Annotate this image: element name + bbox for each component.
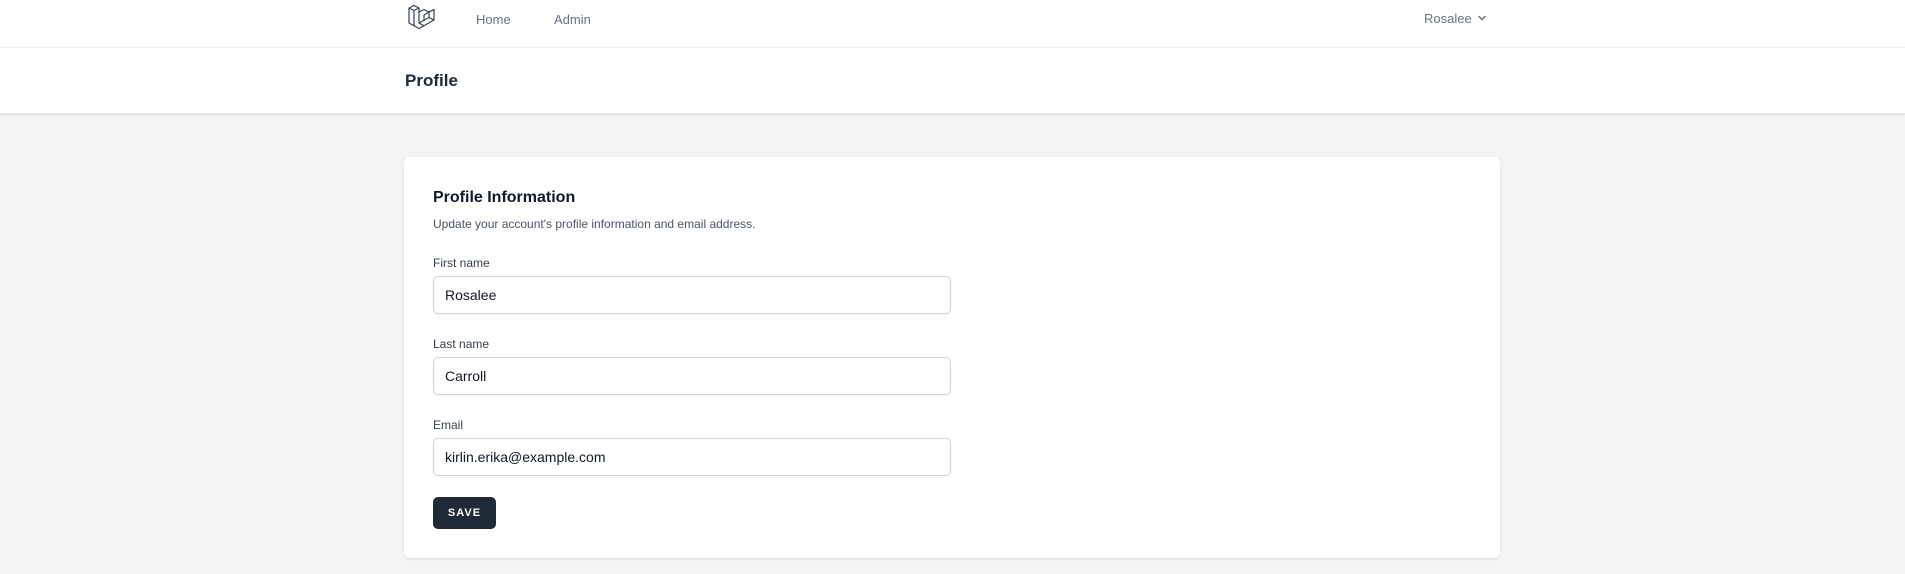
top-navigation: Home Admin Rosalee (0, 0, 1905, 48)
email-field[interactable] (433, 438, 951, 476)
save-button[interactable]: SAVE (433, 497, 496, 529)
profile-information-card: Profile Information Update your account'… (404, 157, 1500, 558)
section-description: Update your account's profile informatio… (433, 217, 756, 231)
laravel-logo-icon[interactable] (405, 3, 437, 35)
section-title: Profile Information (433, 189, 576, 206)
chevron-down-icon (1477, 11, 1487, 27)
page-header: Profile (0, 48, 1905, 114)
last-name-label: Last name (433, 337, 490, 351)
nav-link-admin[interactable]: Admin (554, 12, 591, 28)
page-title: Profile (405, 71, 458, 90)
first-name-field[interactable] (433, 276, 951, 314)
user-name: Rosalee (1424, 11, 1472, 26)
first-name-label: First name (433, 256, 490, 270)
user-menu-button[interactable]: Rosalee (1424, 11, 1487, 27)
email-label: Email (433, 418, 464, 432)
last-name-field[interactable] (433, 357, 951, 395)
nav-link-home[interactable]: Home (476, 12, 511, 28)
